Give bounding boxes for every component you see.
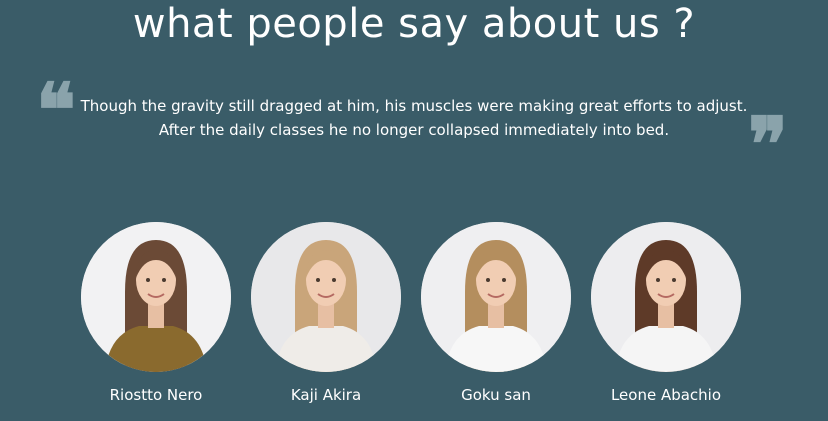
testimonial-card[interactable]: Riostto Nero <box>81 222 231 405</box>
person-name: Leone Abachio <box>610 386 722 404</box>
quote-close-icon: ❞ <box>748 102 788 188</box>
avatar <box>251 222 401 372</box>
section-title: what people say about us ? <box>132 1 696 47</box>
person-name: Riostto Nero <box>109 386 203 404</box>
avatar <box>591 222 741 372</box>
avatar <box>81 222 231 372</box>
person-name: Goku san <box>461 386 531 404</box>
testimonial-card[interactable]: Kaji Akira <box>251 222 401 405</box>
quote-open-icon: ❝ <box>36 68 76 154</box>
person-name: Kaji Akira <box>290 386 362 404</box>
testimonial-card[interactable]: Leone Abachio <box>591 222 741 405</box>
testimonial-card[interactable]: Goku san <box>421 222 571 405</box>
avatar <box>421 222 571 372</box>
testimonial-list: Riostto Nero Kaji Akira Goku san Leone A… <box>0 222 828 412</box>
testimonial-quote: Though the gravity still dragged at him,… <box>80 97 748 139</box>
